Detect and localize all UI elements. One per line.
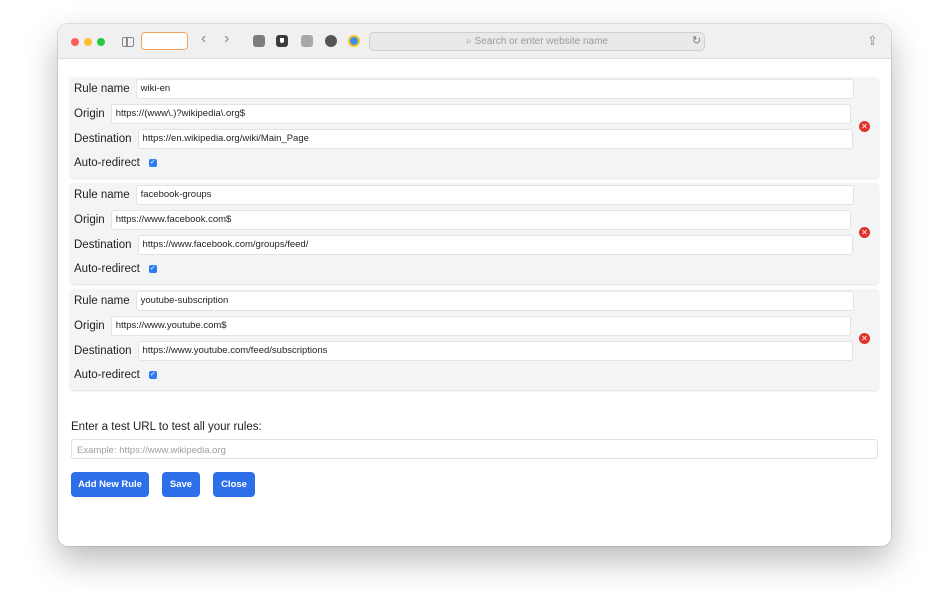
origin-field[interactable]: https://www.youtube.com$	[110, 316, 851, 336]
auto-redirect-label: Auto-redirect	[74, 263, 140, 275]
rule-name-label: Rule name	[74, 295, 130, 307]
add-new-rule-button[interactable]: Add New Rule	[71, 472, 149, 497]
test-url-input-wrapper	[71, 439, 878, 460]
auto-redirect-checkbox[interactable]: ✓	[148, 371, 157, 379]
close-window-icon[interactable]	[71, 38, 79, 46]
auto-redirect-label: Auto-redirect	[74, 369, 140, 381]
shield-extension-icon[interactable]	[276, 35, 288, 47]
search-icon: ⌕	[465, 36, 472, 47]
rule-name-field[interactable]: facebook-groups	[135, 185, 854, 205]
extension-icon[interactable]	[301, 35, 313, 47]
sidebar-toggle-icon[interactable]	[122, 37, 134, 47]
extension-icon[interactable]	[325, 35, 337, 47]
close-button[interactable]: Close	[213, 472, 255, 497]
forward-icon[interactable]: ›	[224, 31, 229, 47]
rule-card: Rule name facebook-groups Origin https:/…	[70, 183, 879, 284]
active-tab[interactable]	[141, 32, 188, 50]
address-bar[interactable]: ⌕ Search or enter website name	[369, 32, 705, 51]
browser-window: ‹ › ⌕ Search or enter website name ↻ ⇪ Ru…	[58, 24, 891, 546]
browser-toolbar: ‹ › ⌕ Search or enter website name ↻ ⇪	[58, 24, 891, 59]
rule-card: Rule name youtube-subscription Origin ht…	[70, 289, 879, 390]
rule-name-field[interactable]: wiki-en	[135, 79, 854, 99]
delete-rule-icon[interactable]: ✕	[859, 227, 870, 238]
rule-name-row: Rule name facebook-groups	[74, 185, 854, 205]
destination-label: Destination	[74, 345, 132, 357]
auto-redirect-checkbox[interactable]: ✓	[148, 265, 157, 273]
destination-row: Destination https://en.wikipedia.org/wik…	[74, 129, 853, 149]
rule-card: Rule name wiki-en Origin https://(www\.)…	[70, 77, 879, 178]
minimize-window-icon[interactable]	[84, 38, 92, 46]
save-button[interactable]: Save	[162, 472, 200, 497]
origin-label: Origin	[74, 214, 105, 226]
destination-field[interactable]: https://www.youtube.com/feed/subscriptio…	[137, 341, 853, 361]
extension-icon[interactable]	[253, 35, 265, 47]
test-url-label: Enter a test URL to test all your rules:	[71, 421, 262, 433]
destination-label: Destination	[74, 133, 132, 145]
rule-name-field[interactable]: youtube-subscription	[135, 291, 854, 311]
auto-redirect-checkbox[interactable]: ✓	[148, 159, 157, 167]
destination-field[interactable]: https://en.wikipedia.org/wiki/Main_Page	[137, 129, 853, 149]
origin-field[interactable]: https://www.facebook.com$	[110, 210, 851, 230]
rule-name-row: Rule name youtube-subscription	[74, 291, 854, 311]
extension-icon[interactable]	[348, 35, 360, 47]
auto-redirect-label: Auto-redirect	[74, 157, 140, 169]
auto-redirect-row: Auto-redirect ✓	[74, 153, 157, 173]
share-icon[interactable]: ⇪	[867, 33, 878, 49]
origin-field[interactable]: https://(www\.)?wikipedia\.org$	[110, 104, 851, 124]
origin-label: Origin	[74, 320, 105, 332]
rule-name-label: Rule name	[74, 83, 130, 95]
zoom-window-icon[interactable]	[97, 38, 105, 46]
auto-redirect-row: Auto-redirect ✓	[74, 259, 157, 279]
origin-row: Origin https://www.facebook.com$	[74, 210, 851, 230]
test-url-input[interactable]	[72, 441, 877, 460]
origin-row: Origin https://(www\.)?wikipedia\.org$	[74, 104, 851, 124]
delete-rule-icon[interactable]: ✕	[859, 121, 870, 132]
destination-field[interactable]: https://www.facebook.com/groups/feed/	[137, 235, 853, 255]
origin-label: Origin	[74, 108, 105, 120]
rule-name-row: Rule name wiki-en	[74, 79, 854, 99]
destination-row: Destination https://www.youtube.com/feed…	[74, 341, 853, 361]
page-content: Rule name wiki-en Origin https://(www\.)…	[58, 59, 891, 546]
back-icon[interactable]: ‹	[201, 31, 206, 47]
delete-rule-icon[interactable]: ✕	[859, 333, 870, 344]
reload-icon[interactable]: ↻	[692, 34, 701, 47]
origin-row: Origin https://www.youtube.com$	[74, 316, 851, 336]
address-bar-placeholder: Search or enter website name	[474, 36, 608, 47]
destination-row: Destination https://www.facebook.com/gro…	[74, 235, 853, 255]
auto-redirect-row: Auto-redirect ✓	[74, 365, 157, 385]
rule-name-label: Rule name	[74, 189, 130, 201]
destination-label: Destination	[74, 239, 132, 251]
